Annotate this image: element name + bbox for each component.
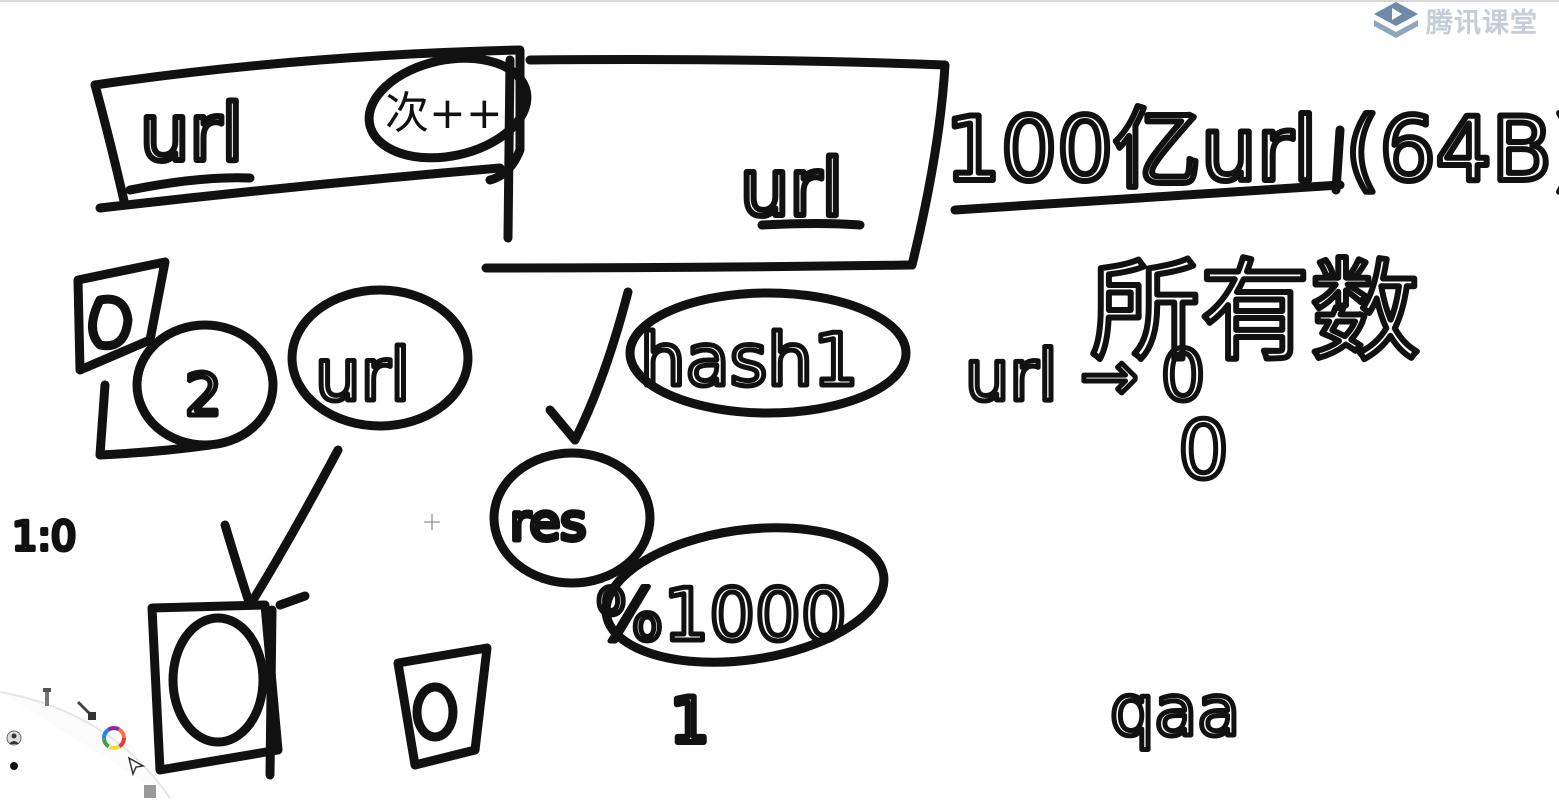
svg-text:%1000: %1000 [595, 573, 847, 657]
select-pointer-icon[interactable] [126, 756, 146, 777]
url-node-oval: url [287, 285, 473, 431]
url-box-1-label: url [137, 86, 246, 182]
watermark: 腾讯课堂 [1372, 0, 1538, 40]
move-tool-icon[interactable] [40, 686, 54, 708]
svg-text:url: url [315, 333, 410, 417]
whiteboard-canvas[interactable]: url 次++ url 100亿url (64B) 所有数 2 url 1:0 … [0, 0, 1559, 798]
ratio-note: 1:0 [12, 514, 76, 560]
brush-icon[interactable] [74, 698, 98, 722]
dot-icon[interactable] [9, 756, 19, 770]
url-box-2 [481, 55, 950, 273]
modulo-node-oval: %1000 [593, 523, 889, 667]
svg-text:url: url [140, 89, 243, 179]
url-box-2-label: url [740, 144, 843, 234]
svg-text:2: 2 [185, 361, 222, 429]
brand-text: 腾讯课堂 [1426, 7, 1538, 39]
svg-text:res: res [510, 494, 586, 552]
crosshair-cursor-icon [424, 514, 440, 530]
tencent-classroom-logo-icon [1374, 2, 1418, 38]
digit-one: 1 [670, 684, 709, 757]
svg-text:hash1: hash1 [640, 318, 859, 402]
problem-statement: 100亿url (64B) [945, 98, 1559, 201]
drawing-tool-dock [0, 672, 180, 799]
url-mapping: url → 0 [965, 335, 1205, 417]
note-qaa: qaa [1110, 670, 1240, 752]
result-node-oval: res [489, 448, 655, 588]
color-wheel-icon[interactable] [102, 726, 126, 750]
bucket-box-small [393, 643, 492, 770]
eraser-icon[interactable] [142, 782, 158, 798]
svg-text:次++: 次++ [385, 88, 503, 139]
hash-node-oval: hash1 [625, 288, 911, 418]
small-zero: 0 [1178, 404, 1229, 497]
digit-two-oval: 2 [132, 320, 278, 450]
person-icon[interactable] [6, 730, 22, 746]
